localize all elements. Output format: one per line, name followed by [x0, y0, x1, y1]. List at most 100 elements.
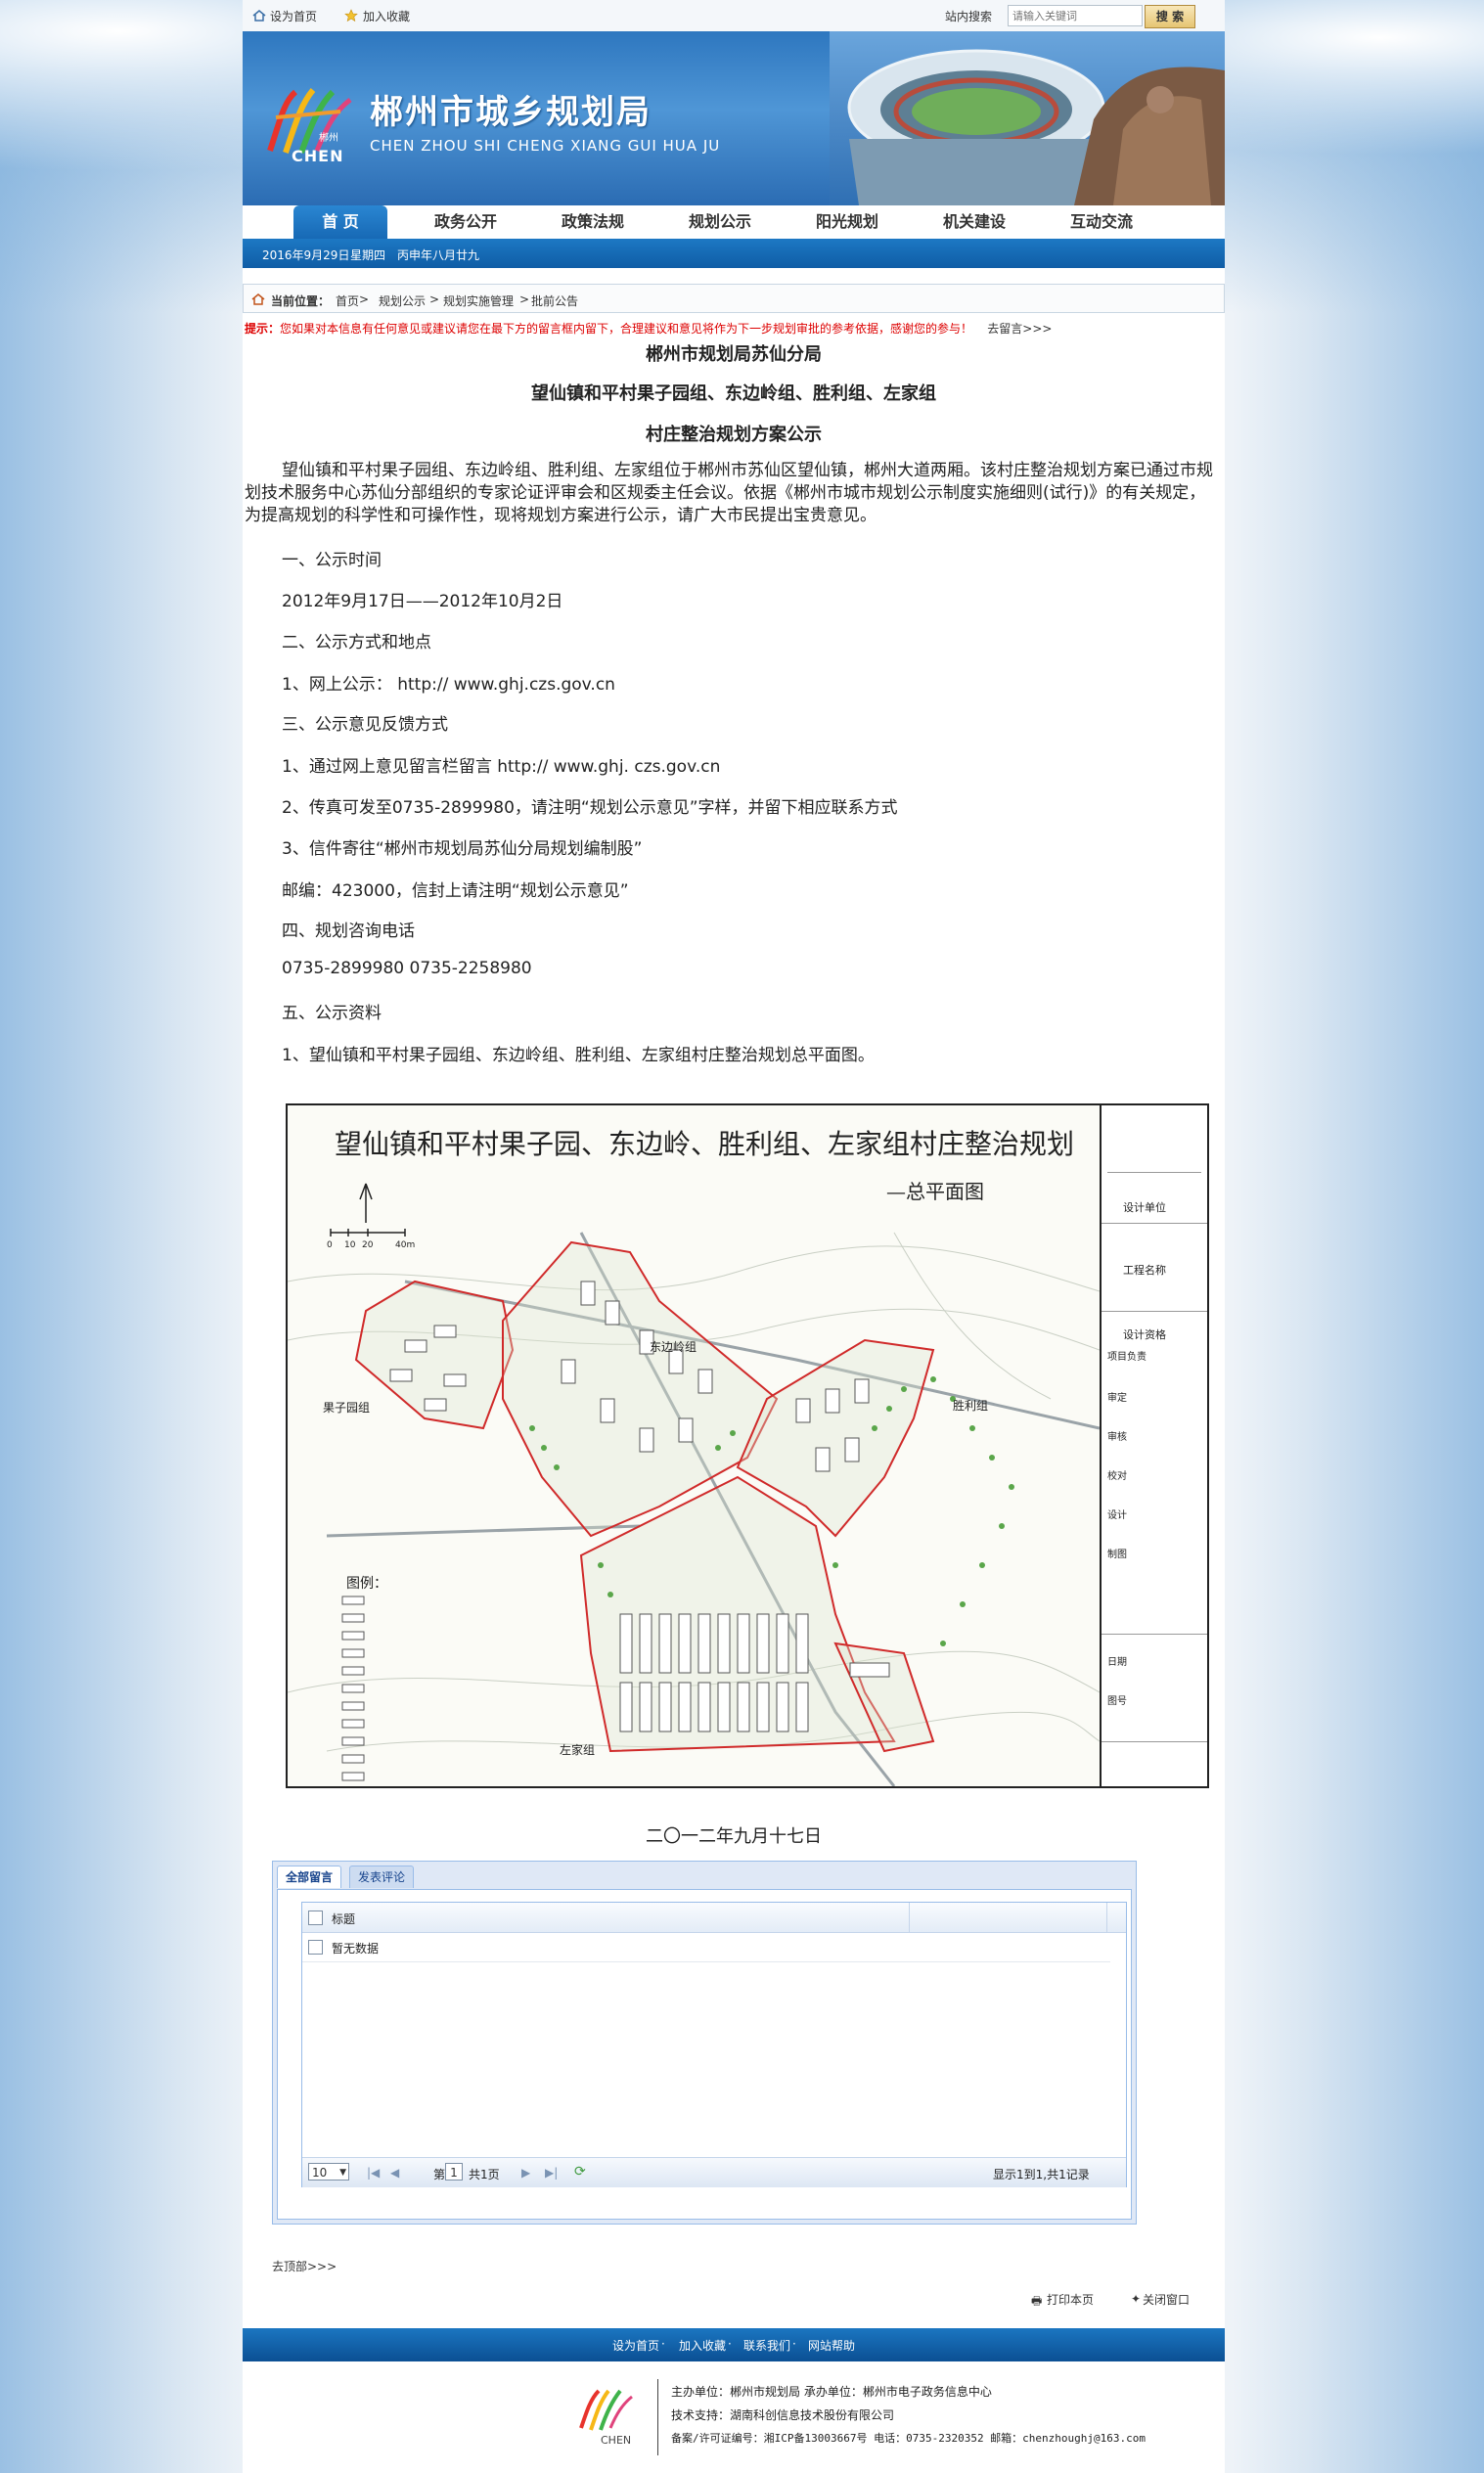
- article-line: 2012年9月17日——2012年10月2日: [282, 592, 563, 611]
- printer-icon: 🖶: [1031, 2294, 1043, 2308]
- nav-planning-notice[interactable]: 规划公示: [675, 205, 765, 239]
- article-line: 3、信件寄往“郴州市规划局苏仙分局规划编制股”: [282, 839, 643, 859]
- empty-message: 暂无数据: [332, 1942, 380, 1956]
- footer-icp: 备案/许可证编号：湘ICP备13003667号 电话：0735-2320352 …: [671, 2432, 1147, 2445]
- next-page-icon[interactable]: ▶: [521, 2166, 530, 2180]
- site-search-input[interactable]: [1008, 5, 1143, 26]
- place-label: 东边岭组: [650, 1340, 697, 1354]
- table-row[interactable]: 暂无数据: [302, 1932, 1110, 1962]
- article-line: 邮编：423000，信封上请注明“规划公示意见”: [282, 881, 629, 901]
- comments-body: 标题 暂无数据 10 ▼ |◀ ◀ 第 1 共1页 ▶ ▶| ⟳ 显示1到1,共…: [277, 1889, 1132, 2220]
- home-icon: [252, 10, 266, 22]
- page-container: 设为首页 加入收藏 站内搜索 搜 索 郴州 CHEN 郴州市城乡规划局 CHEN…: [243, 0, 1225, 2473]
- page-number-input[interactable]: 1: [445, 2163, 463, 2181]
- title-block-label: 图号: [1107, 1696, 1127, 1707]
- notice-date: 二〇一二年九月十七日: [646, 1826, 822, 1847]
- article-line: 1、望仙镇和平村果子园组、东边岭组、胜利组、左家组村庄整治规划总平面图。: [282, 1046, 875, 1065]
- close-icon: ✦: [1131, 2292, 1142, 2306]
- title-block-label: 设计单位: [1123, 1201, 1166, 1214]
- star-icon: [344, 9, 358, 22]
- current-date: 2016年9月29日: [262, 248, 350, 262]
- main-nav: 首 页 政务公开 政策法规 规划公示 阳光规划 机关建设 互动交流: [243, 205, 1225, 239]
- nav-sunshine-planning[interactable]: 阳光规划: [802, 205, 892, 239]
- page-size-value: 10: [312, 2166, 328, 2180]
- tip-text: 您如果对本信息有任何意见或建议请您在最下方的留言框内留下，合理建议和意见将作为下…: [280, 322, 973, 336]
- article-line: 一、公示时间: [282, 551, 382, 570]
- nav-government-affairs[interactable]: 政务公开: [421, 205, 511, 239]
- title-block-label: 设计: [1107, 1510, 1127, 1521]
- prev-page-icon[interactable]: ◀: [390, 2166, 399, 2180]
- tab-post-comment[interactable]: 发表评论: [349, 1866, 415, 1888]
- go-top-link[interactable]: 去顶部>>>: [272, 2258, 337, 2274]
- site-search-label: 站内搜索: [945, 10, 993, 23]
- footer-logo-text: CHEN: [601, 2434, 632, 2447]
- comments-panel: 全部留言 发表评论 标题 暂无数据 10 ▼ |◀ ◀ 第 1 共1页 ▶ ▶|…: [272, 1861, 1137, 2225]
- article-line: 1、通过网上意见留言栏留言 http:// www.ghj. czs.gov.c…: [282, 757, 721, 777]
- breadcrumb-home[interactable]: 首页: [336, 292, 359, 309]
- comments-grid: 标题 暂无数据 10 ▼ |◀ ◀ 第 1 共1页 ▶ ▶| ⟳ 显示1到1,共…: [301, 1902, 1127, 2187]
- site-subtitle: CHEN ZHOU SHI CHENG XIANG GUI HUA JU: [370, 137, 721, 155]
- article-line: 五、公示资料: [282, 1004, 382, 1023]
- title-block-label: 设计资格: [1123, 1328, 1166, 1341]
- breadcrumb-current[interactable]: 批前公告: [531, 292, 578, 309]
- footer-link[interactable]: 设为首页: [612, 2337, 659, 2354]
- row-checkbox[interactable]: [308, 1940, 323, 1955]
- master-plan-image: 望仙镇和平村果子园、东边岭、胜利组、左家组村庄整治规划 —总平面图 0 10 2…: [286, 1103, 1209, 1788]
- place-label: 左家组: [560, 1743, 596, 1757]
- set-home-link[interactable]: 设为首页: [270, 8, 317, 24]
- tab-all-comments[interactable]: 全部留言: [277, 1866, 342, 1888]
- chevron-down-icon: ▼: [339, 2168, 346, 2178]
- page-total: 共1页: [469, 2168, 500, 2181]
- last-page-icon[interactable]: ▶|: [545, 2166, 558, 2180]
- select-all-checkbox[interactable]: [308, 1911, 323, 1925]
- article-title-2: 村庄整治规划方案公示: [646, 425, 822, 445]
- home-icon: [251, 293, 265, 305]
- page-size-select[interactable]: 10 ▼: [308, 2163, 349, 2181]
- go-comment-link[interactable]: 去留言>>>: [987, 322, 1052, 336]
- breadcrumb-implementation[interactable]: 规划实施管理: [443, 292, 514, 309]
- print-page-link[interactable]: 打印本页: [1047, 2291, 1094, 2308]
- footer-nav: 设为首页 · 加入收藏 · 联系我们 · 网站帮助: [243, 2328, 1225, 2361]
- refresh-icon[interactable]: ⟳: [574, 2164, 586, 2180]
- record-summary: 显示1到1,共1记录: [993, 2168, 1090, 2181]
- header-banner: 郴州 CHEN 郴州市城乡规划局 CHEN ZHOU SHI CHENG XIA…: [243, 31, 1225, 205]
- footer-tech: 技术支持：湖南科创信息技术股份有限公司: [671, 2408, 895, 2422]
- title-block-label: 制图: [1107, 1550, 1127, 1560]
- plan-title-block: 设计单位 工程名称 设计资格 项目负责 审定 审核 校对 设计 制图 日期 图号: [1100, 1105, 1207, 1786]
- add-favorite-link[interactable]: 加入收藏: [363, 8, 410, 24]
- article-org: 郴州市规划局苏仙分局: [646, 344, 822, 365]
- stadium-illustration: [830, 31, 1225, 205]
- footer-link[interactable]: 网站帮助: [808, 2337, 855, 2354]
- article-line: 三、公示意见反馈方式: [282, 715, 448, 735]
- title-block-label: 审核: [1107, 1432, 1127, 1443]
- footer-link[interactable]: 联系我们: [743, 2337, 790, 2354]
- footer-sep: ·: [792, 2337, 796, 2351]
- article-title-1: 望仙镇和平村果子园组、东边岭组、胜利组、左家组: [531, 383, 936, 404]
- article-line: 0735-2899980 0735-2258980: [282, 959, 532, 978]
- footer-logo: [579, 2389, 633, 2431]
- article-line: 2、传真可发至0735-2899980，请注明“规划公示意见”字样，并留下相应联…: [282, 798, 898, 818]
- nav-policy[interactable]: 政策法规: [548, 205, 638, 239]
- footer-info: CHEN 主办单位：郴州市规划局 承办单位：郴州市电子政务信息中心 技术支持：湖…: [243, 2361, 1225, 2473]
- first-page-icon[interactable]: |◀: [367, 2166, 380, 2180]
- lunar-date: 丙申年八月廿九: [397, 248, 480, 262]
- site-search-button[interactable]: 搜 索: [1145, 5, 1195, 28]
- page-prefix: 第: [433, 2168, 446, 2181]
- close-window-link[interactable]: 关闭窗口: [1143, 2291, 1190, 2308]
- current-weekday: 星期四: [350, 248, 386, 262]
- nav-home[interactable]: 首 页: [293, 205, 387, 239]
- title-block-label: 校对: [1107, 1471, 1127, 1482]
- column-title[interactable]: 标题: [332, 1911, 355, 1927]
- breadcrumb-planning-notice[interactable]: 规划公示: [379, 292, 426, 309]
- tip-prefix: 提示：: [245, 322, 281, 336]
- title-block-label: 工程名称: [1123, 1264, 1166, 1277]
- nav-organization[interactable]: 机关建设: [929, 205, 1019, 239]
- grid-header: 标题: [302, 1903, 1126, 1933]
- footer-host: 主办单位：郴州市规划局 承办单位：郴州市电子政务信息中心: [671, 2385, 992, 2399]
- breadcrumb-sep: >: [429, 292, 440, 306]
- footer-link[interactable]: 加入收藏: [679, 2337, 726, 2354]
- place-label: 果子园组: [323, 1401, 371, 1415]
- nav-interaction[interactable]: 互动交流: [1057, 205, 1147, 239]
- article-line: 四、规划咨询电话: [282, 922, 415, 941]
- breadcrumb-sep: >: [519, 292, 530, 306]
